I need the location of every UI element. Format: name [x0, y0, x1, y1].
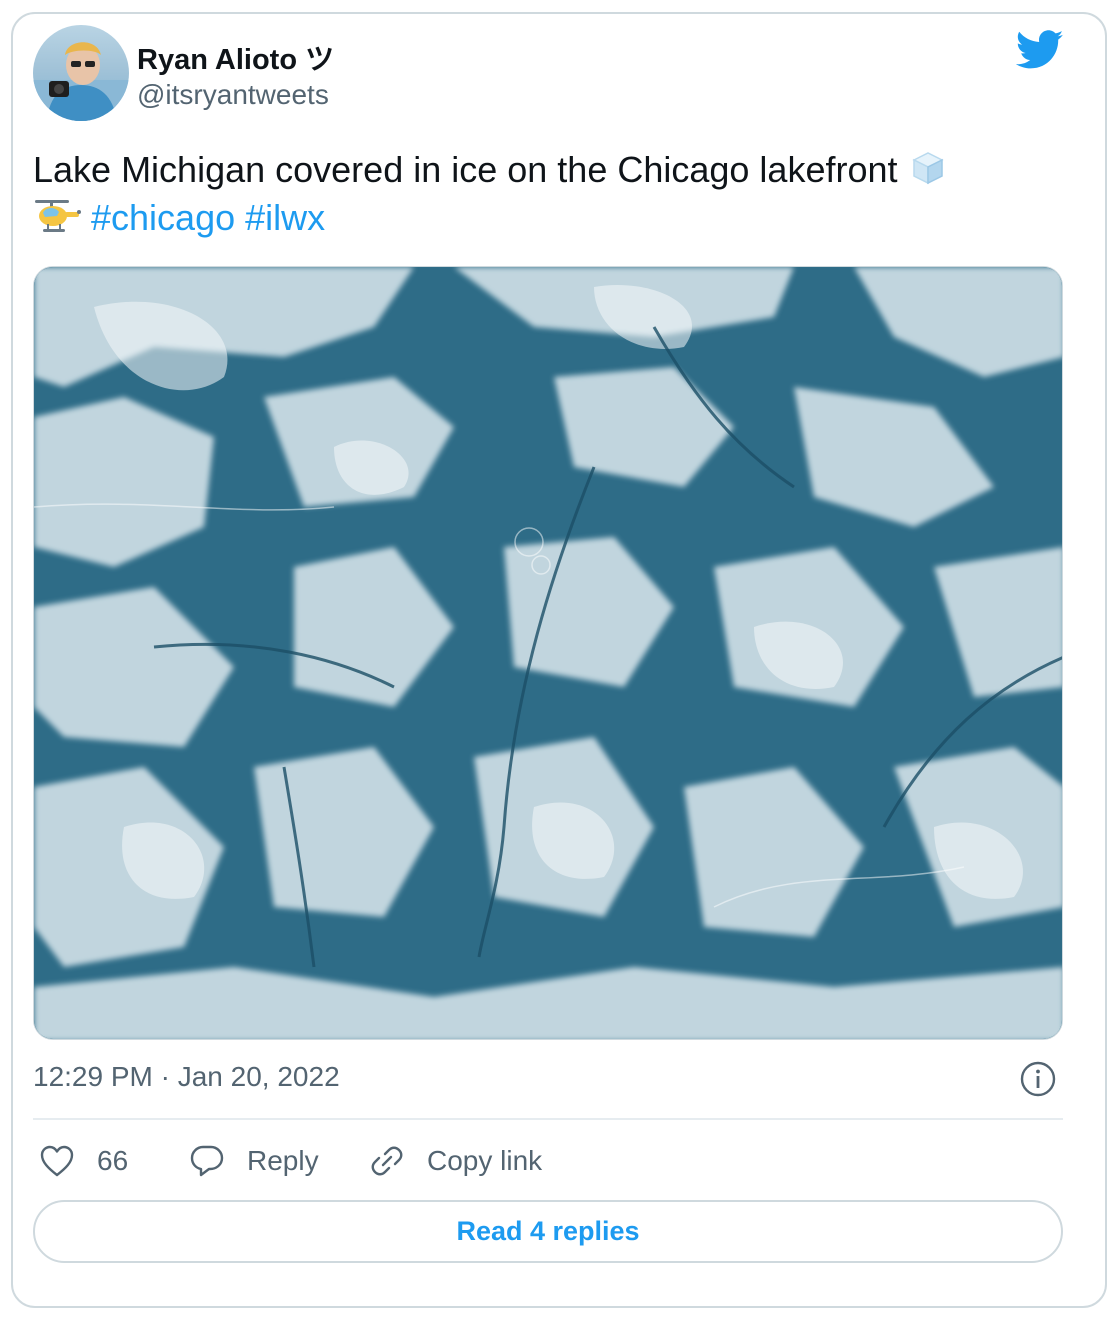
read-replies-button[interactable]: Read 4 replies: [33, 1200, 1063, 1263]
heart-icon: [40, 1145, 74, 1177]
helicopter-emoji: [35, 200, 81, 232]
ice-cube-emoji: [911, 152, 944, 185]
divider: [33, 1118, 1063, 1120]
read-replies-label: Read 4 replies: [456, 1216, 640, 1246]
author-name[interactable]: Ryan Alioto ツ: [137, 36, 334, 78]
twitter-bird-icon[interactable]: [1016, 30, 1064, 70]
hashtag-chicago[interactable]: #chicago: [91, 197, 235, 238]
copy-link-label: Copy link: [427, 1145, 543, 1176]
avatar[interactable]: [33, 25, 129, 121]
reply-button[interactable]: Reply: [189, 1141, 319, 1181]
info-icon[interactable]: [1019, 1060, 1057, 1098]
tweet-photo[interactable]: [33, 266, 1063, 1040]
hashtag-ilwx[interactable]: #ilwx: [245, 197, 325, 238]
author-handle[interactable]: @itsryantweets: [137, 79, 329, 111]
copy-link-button[interactable]: Copy link: [369, 1141, 542, 1181]
speech-bubble-icon: [190, 1145, 224, 1177]
link-icon: [371, 1146, 403, 1176]
like-count: 66: [97, 1145, 129, 1176]
tweet-timestamp[interactable]: 12:29 PM · Jan 20, 2022: [33, 1061, 340, 1093]
tweet-body: Lake Michigan covered in ice on the Chic…: [33, 149, 898, 190]
tweet-text: Lake Michigan covered in ice on the Chic…: [33, 146, 1043, 242]
like-button[interactable]: 66: [39, 1141, 128, 1181]
reply-label: Reply: [247, 1145, 319, 1176]
